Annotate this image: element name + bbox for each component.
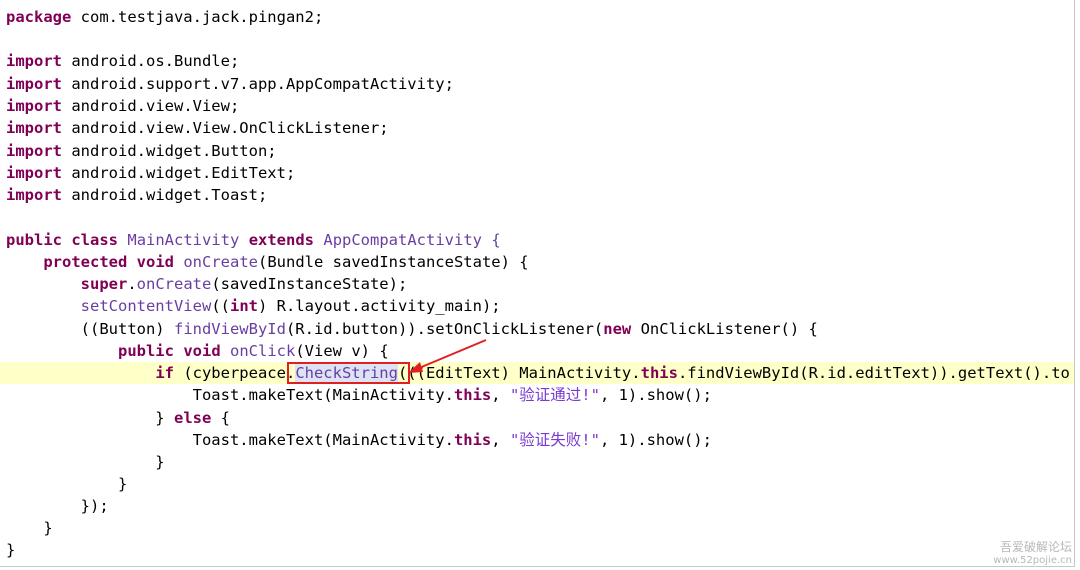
watermark-url: www.52pojie.cn: [993, 555, 1072, 566]
code-editor[interactable]: package com.testjava.jack.pingan2; impor…: [0, 0, 1075, 567]
watermark: 吾爱破解论坛 www.52pojie.cn: [993, 538, 1072, 566]
watermark-title: 吾爱破解论坛: [999, 540, 1072, 554]
red-arrow-annotation: [408, 339, 487, 373]
